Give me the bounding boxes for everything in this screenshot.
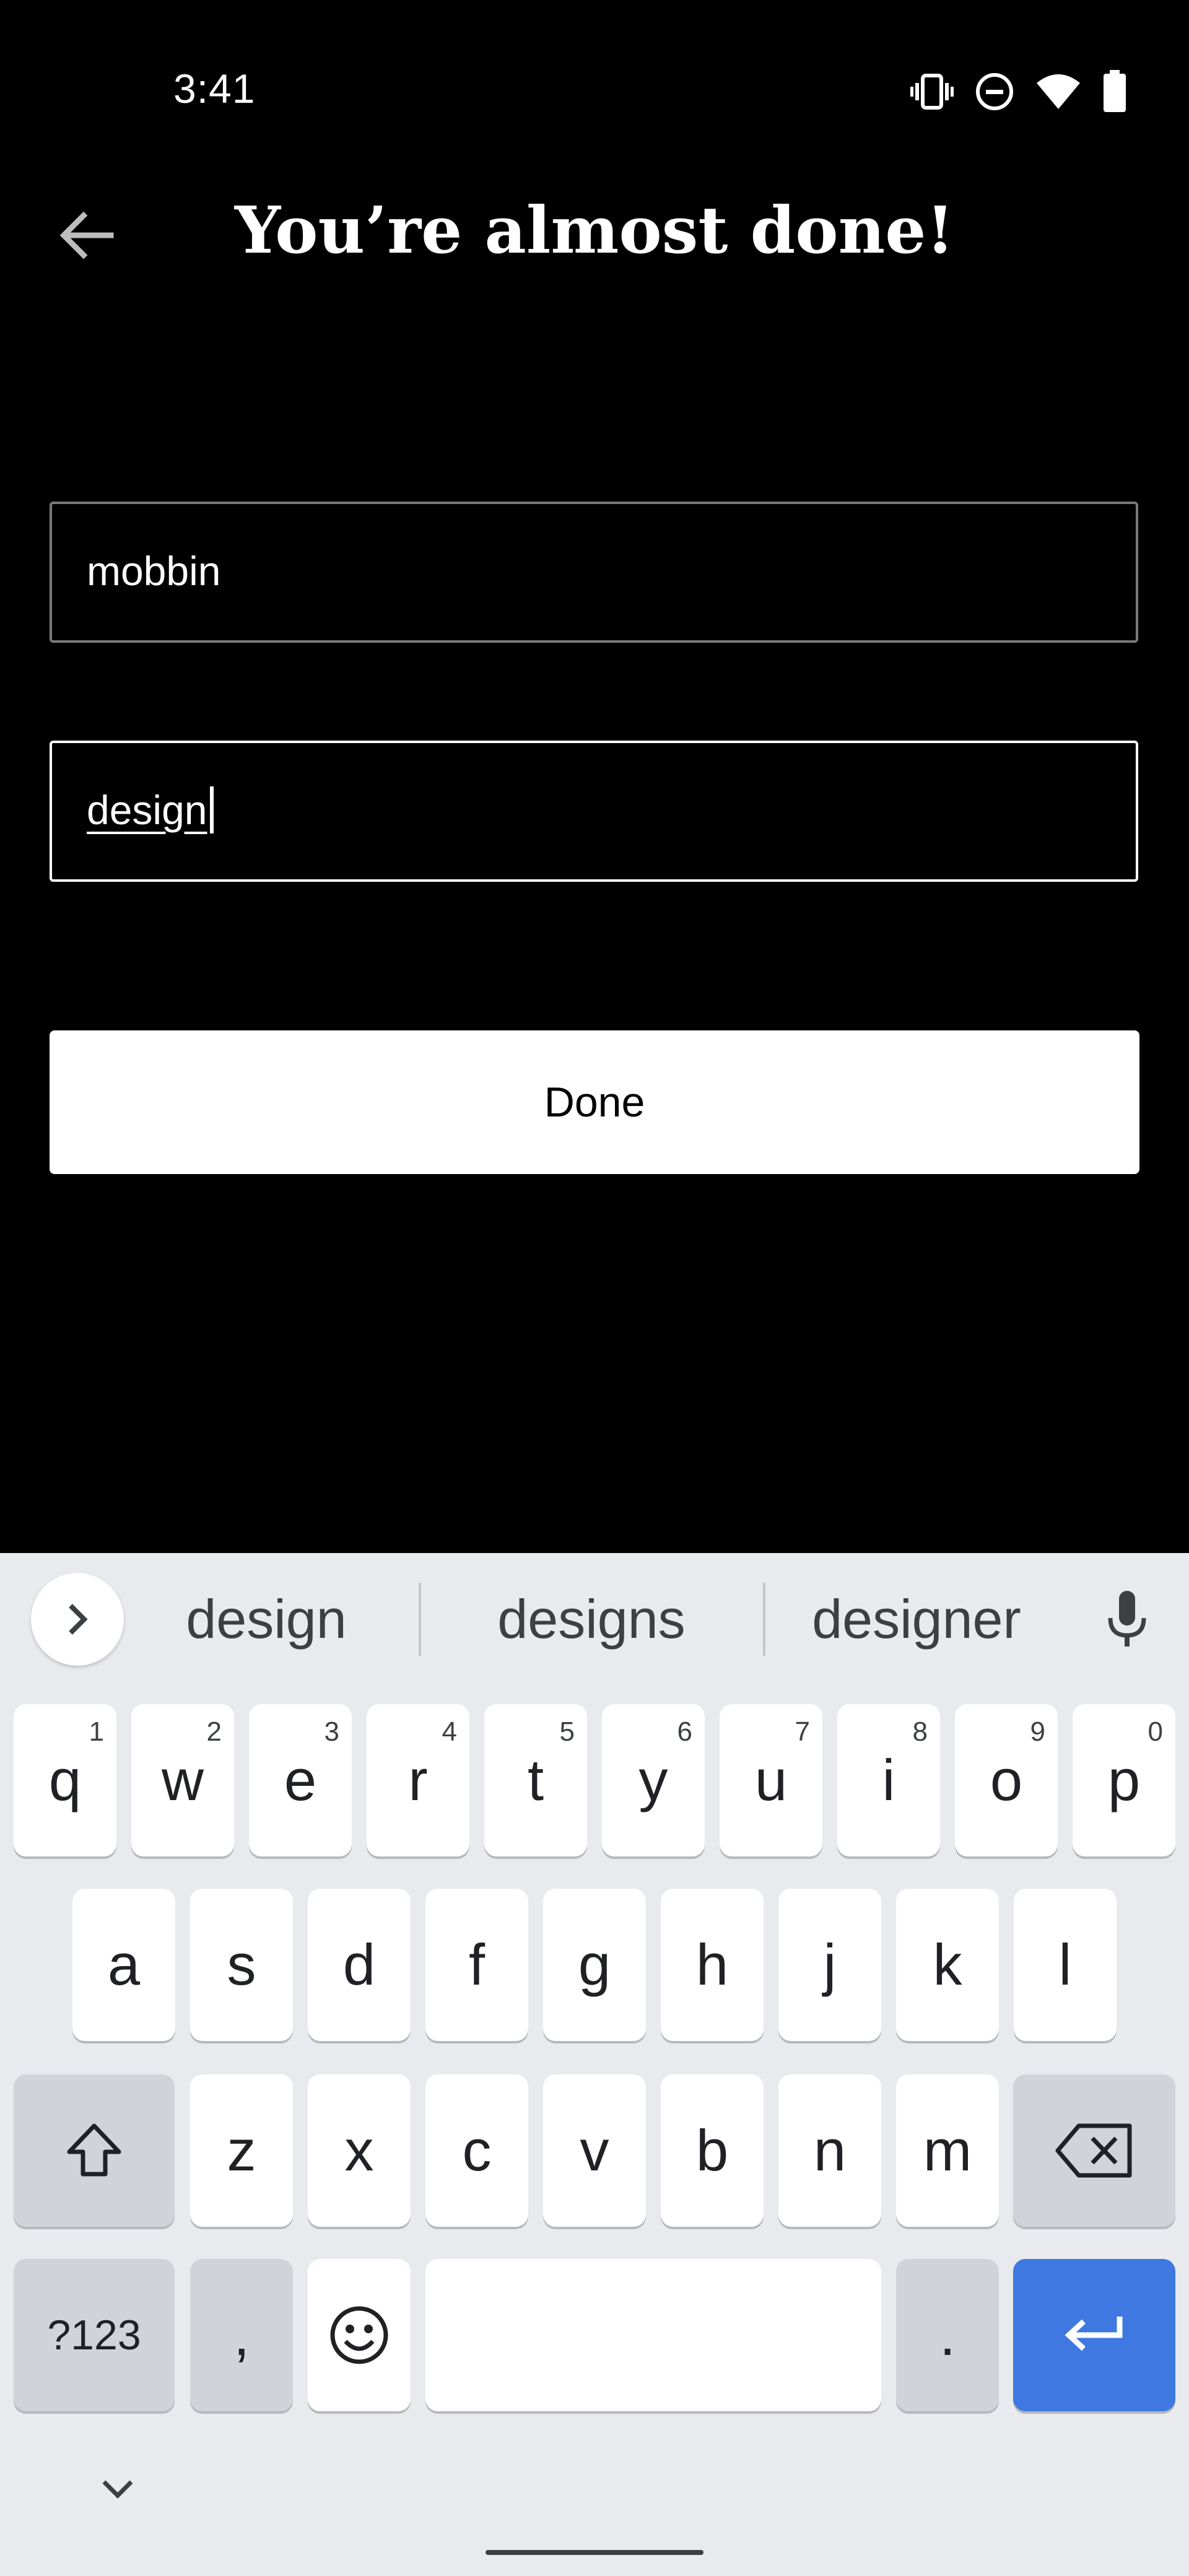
password-text-wrap: design — [87, 786, 214, 837]
chevron-right-icon — [69, 1604, 88, 1635]
enter-arrow-icon — [1065, 2317, 1123, 2351]
key-hint: 7 — [795, 1717, 810, 1747]
key-hint: 3 — [324, 1717, 339, 1747]
key-label: w — [162, 1747, 204, 1812]
key-hint: 0 — [1148, 1717, 1163, 1747]
microphone-icon — [1108, 1591, 1146, 1647]
key-hint: 5 — [559, 1717, 575, 1747]
suggestion-divider — [763, 1583, 765, 1656]
username-field[interactable]: mobbin — [50, 502, 1138, 643]
home-indicator[interactable] — [486, 2550, 703, 2555]
period-key[interactable]: . — [896, 2259, 999, 2411]
key-v[interactable]: v — [543, 2074, 646, 2227]
hide-keyboard-button[interactable] — [93, 2471, 142, 2508]
key-i[interactable]: i8 — [837, 1704, 940, 1856]
key-y[interactable]: y6 — [602, 1704, 705, 1856]
key-l[interactable]: l — [1014, 1889, 1117, 2041]
key-z[interactable]: z — [190, 2074, 293, 2227]
key-h[interactable]: h — [661, 1889, 764, 2041]
status-icons — [910, 67, 1139, 116]
key-r[interactable]: r4 — [367, 1704, 469, 1856]
emoji-key[interactable] — [308, 2259, 411, 2411]
key-hint: 1 — [89, 1717, 104, 1747]
password-value: design — [87, 787, 207, 833]
key-label: q — [48, 1747, 82, 1812]
text-caret — [209, 786, 214, 833]
key-s[interactable]: s — [190, 1889, 293, 2041]
key-hint: 8 — [912, 1717, 928, 1747]
key-f[interactable]: f — [425, 1889, 528, 2041]
key-label: u — [754, 1747, 788, 1812]
username-value: mobbin — [87, 548, 221, 594]
page-title: You’re almost done! — [234, 192, 955, 268]
do-not-disturb-icon — [976, 73, 1013, 110]
done-button-label: Done — [544, 1079, 645, 1126]
suggestion-expand-button[interactable] — [31, 1573, 124, 1666]
key-b[interactable]: b — [661, 2074, 764, 2227]
emoji-icon — [330, 2306, 388, 2364]
key-p[interactable]: p0 — [1073, 1704, 1175, 1856]
key-label: t — [527, 1747, 544, 1812]
key-q[interactable]: q1 — [14, 1704, 116, 1856]
key-u[interactable]: u7 — [720, 1704, 822, 1856]
key-label: p — [1107, 1747, 1141, 1812]
key-label: o — [990, 1747, 1023, 1812]
key-label: y — [638, 1747, 668, 1812]
key-j[interactable]: j — [778, 1889, 881, 2041]
comma-key[interactable]: , — [190, 2259, 293, 2411]
space-key[interactable] — [425, 2259, 881, 2411]
key-n[interactable]: n — [778, 2074, 881, 2227]
wifi-icon — [1037, 74, 1080, 109]
suggestion-divider — [419, 1583, 421, 1656]
key-m[interactable]: m — [896, 2074, 999, 2227]
backspace-key[interactable] — [1013, 2074, 1175, 2227]
key-t[interactable]: t5 — [484, 1704, 587, 1856]
key-w[interactable]: w2 — [131, 1704, 234, 1856]
microphone-button[interactable] — [1096, 1585, 1158, 1653]
chevron-down-icon — [102, 2480, 133, 2499]
key-o[interactable]: o9 — [955, 1704, 1058, 1856]
key-g[interactable]: g — [543, 1889, 646, 2041]
shift-key[interactable] — [14, 2074, 175, 2227]
key-d[interactable]: d — [308, 1889, 411, 2041]
key-c[interactable]: c — [425, 2074, 528, 2227]
vibrate-icon — [910, 74, 954, 110]
key-k[interactable]: k — [896, 1889, 999, 2041]
key-x[interactable]: x — [308, 2074, 411, 2227]
key-hint: 2 — [206, 1717, 222, 1747]
key-a[interactable]: a — [72, 1889, 175, 2041]
symbols-key[interactable]: ?123 — [14, 2259, 175, 2411]
suggestion-2[interactable]: designs — [446, 1585, 737, 1653]
key-e[interactable]: e3 — [249, 1704, 352, 1856]
password-field[interactable]: design — [50, 741, 1138, 882]
done-button[interactable]: Done — [50, 1030, 1139, 1174]
key-hint: 6 — [677, 1717, 692, 1747]
shift-icon — [67, 2123, 121, 2177]
backspace-icon — [1055, 2123, 1132, 2178]
enter-key[interactable] — [1013, 2259, 1175, 2411]
suggestion-1[interactable]: design — [142, 1585, 390, 1653]
key-label: e — [284, 1747, 317, 1812]
key-hint: 4 — [442, 1717, 457, 1747]
suggestion-3[interactable]: designer — [780, 1585, 1053, 1653]
battery-icon — [1104, 70, 1126, 112]
key-label: r — [408, 1747, 428, 1812]
status-time: 3:41 — [173, 66, 256, 111]
key-label: i — [882, 1747, 895, 1812]
key-hint: 9 — [1030, 1717, 1045, 1747]
